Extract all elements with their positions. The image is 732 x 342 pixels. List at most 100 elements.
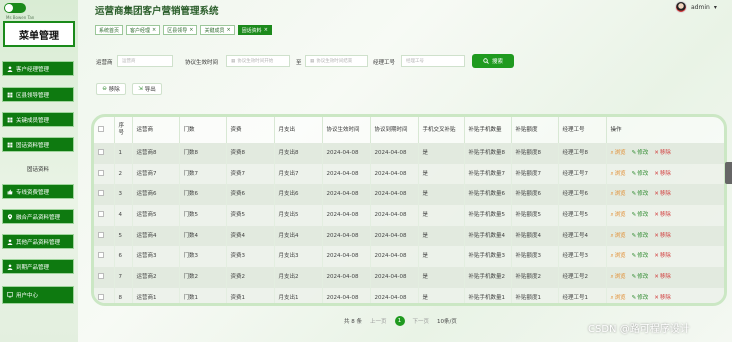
view-button[interactable]: ⌕ 浏览	[611, 253, 626, 260]
search-icon: ⌕	[610, 294, 614, 301]
row-select[interactable]	[94, 143, 115, 164]
remove-button[interactable]: ✕ 移除	[654, 253, 671, 260]
sidebar-toggle[interactable]	[4, 3, 26, 13]
prev-page-button[interactable]: 上一页	[370, 317, 387, 325]
sidebar-item-label: 到期产品管理	[16, 264, 50, 271]
table-cell: 2024-04-08	[370, 143, 419, 164]
close-icon[interactable]: ×	[226, 27, 230, 33]
checkbox[interactable]	[98, 293, 104, 300]
sidebar-item-fusion-product[interactable]: 融合产品资料管理	[2, 209, 74, 224]
table-cell: 运营商3	[132, 246, 180, 268]
remove-button[interactable]: ✕ 移除	[654, 191, 671, 198]
table-cell: 经理工号5	[558, 205, 607, 226]
avatar	[675, 1, 687, 13]
close-icon[interactable]: ×	[189, 27, 193, 33]
location-pin-icon	[7, 213, 13, 220]
sidebar: Ms Bowen Tan 菜单管理 客户经理管理 区县领导管理 关键成员管理 固…	[0, 0, 78, 342]
row-select[interactable]	[94, 225, 115, 247]
view-button[interactable]: ⌕ 浏览	[611, 233, 626, 240]
page-number-current[interactable]: 1	[394, 316, 405, 326]
sidebar-item-customer-manager[interactable]: 客户经理管理	[2, 61, 74, 76]
checkbox[interactable]	[98, 169, 104, 176]
edit-label: 修改	[637, 253, 649, 260]
table-header: 补贴手机数量	[464, 117, 512, 143]
view-button[interactable]: ⌕ 浏览	[611, 212, 626, 219]
table-cell: 月支出5	[274, 205, 323, 226]
close-icon[interactable]: ×	[264, 27, 268, 33]
side-drawer-handle[interactable]	[725, 162, 732, 184]
operator-input[interactable]: 运营商	[117, 55, 173, 67]
table-cell: 经理工号7	[558, 163, 607, 185]
next-page-button[interactable]: 下一页	[413, 317, 430, 325]
tab-county-leader[interactable]: 区县领导 ×	[163, 25, 198, 35]
edit-button[interactable]: ✎ 修改	[632, 274, 649, 281]
remove-button[interactable]: ✕ 移除	[654, 171, 671, 178]
checkbox[interactable]	[98, 190, 104, 197]
sidebar-item-user-center[interactable]: 用户中心	[2, 286, 74, 304]
remove-button[interactable]: ✕ 移除	[654, 295, 671, 302]
sidebar-item-other-product[interactable]: 其他产品资料管理	[2, 234, 74, 249]
search-button-label: 搜索	[491, 59, 503, 65]
tab-customer-manager[interactable]: 客户经理 ×	[126, 25, 161, 35]
checkbox[interactable]	[98, 252, 104, 259]
edit-button[interactable]: ✎ 修改	[632, 171, 649, 178]
checkbox[interactable]	[98, 231, 104, 238]
total-count: 共 8 条	[344, 319, 362, 325]
sidebar-subitem-landline[interactable]: 固话资料	[2, 162, 74, 176]
edit-button[interactable]: ✎ 修改	[632, 150, 649, 157]
user-menu[interactable]: admin ▾	[675, 1, 717, 13]
edit-button[interactable]: ✎ 修改	[632, 191, 649, 198]
sidebar-item-expired-product[interactable]: 到期产品管理	[2, 259, 74, 274]
search-button[interactable]: 搜索	[472, 54, 514, 68]
manager-id-input[interactable]: 经理工号	[401, 55, 465, 67]
view-button[interactable]: ⌕ 浏览	[611, 295, 626, 302]
tab-label: 客户经理	[130, 27, 151, 34]
remove-button[interactable]: ✕ 移除	[654, 212, 671, 219]
delete-button[interactable]: ⊖ 移除	[96, 83, 126, 95]
edit-button[interactable]: ✎ 修改	[632, 295, 649, 302]
row-select[interactable]	[94, 287, 115, 303]
row-select[interactable]	[94, 184, 115, 206]
tab-key-member[interactable]: 关键成员 ×	[200, 25, 235, 35]
table-cell: 2024-04-08	[322, 143, 371, 164]
view-button[interactable]: ⌕ 浏览	[611, 191, 626, 198]
sidebar-item-landline-manage[interactable]: 固话资料管理	[2, 137, 74, 152]
checkbox[interactable]	[98, 148, 104, 155]
search-icon: ⌕	[610, 273, 614, 280]
sidebar-item-county-leader[interactable]: 区县领导管理	[2, 87, 74, 102]
start-time-input[interactable]: ▦ 协议生效时间开始	[226, 55, 290, 67]
checkbox[interactable]	[98, 125, 104, 132]
close-icon[interactable]: ×	[152, 27, 156, 33]
export-button[interactable]: ⇲ 导出	[132, 83, 162, 95]
view-button[interactable]: ⌕ 浏览	[611, 171, 626, 178]
header-select-all[interactable]	[94, 117, 115, 143]
row-select[interactable]	[94, 246, 115, 268]
edit-button[interactable]: ✎ 修改	[632, 212, 649, 219]
edit-button[interactable]: ✎ 修改	[632, 233, 649, 240]
tab-landline[interactable]: 固话资料 ×	[237, 25, 272, 35]
view-button[interactable]: ⌕ 浏览	[611, 274, 626, 281]
close-icon: ✕	[654, 294, 659, 301]
checkbox[interactable]	[98, 272, 104, 279]
chevron-down-icon: ▾	[713, 3, 717, 11]
row-select[interactable]	[94, 267, 115, 288]
edit-button[interactable]: ✎ 修改	[632, 253, 649, 260]
tab-home[interactable]: 系统首页	[95, 25, 124, 35]
operator-placeholder: 运营商	[122, 59, 136, 64]
sidebar-item-key-member[interactable]: 关键成员管理	[2, 112, 74, 127]
view-button[interactable]: ⌕ 浏览	[611, 150, 626, 157]
remove-button[interactable]: ✕ 移除	[654, 274, 671, 281]
sidebar-item-dedicated-tariff[interactable]: 专线资费管理	[2, 184, 74, 199]
edit-icon: ✎	[631, 294, 637, 301]
remove-button[interactable]: ✕ 移除	[654, 233, 671, 240]
remove-button[interactable]: ✕ 移除	[654, 150, 671, 157]
table-cell: 门数8	[179, 143, 227, 164]
row-select[interactable]	[94, 205, 115, 226]
tab-label: 固话资料	[241, 27, 262, 34]
row-select[interactable]	[94, 163, 115, 185]
checkbox[interactable]	[98, 210, 104, 217]
app-title: 运营商集团客户营销管理系统	[95, 6, 219, 17]
page-size-select[interactable]: 10条/页	[437, 317, 457, 325]
end-time-input[interactable]: ▦ 协议生效时间结束	[305, 55, 368, 67]
grid-icon	[7, 92, 13, 97]
